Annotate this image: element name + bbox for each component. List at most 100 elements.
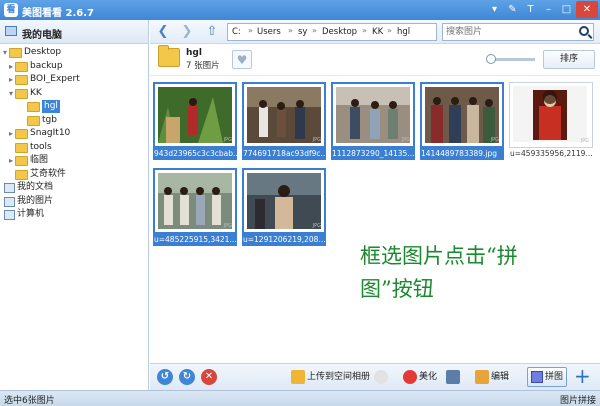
edit-icon	[475, 369, 489, 384]
forward-button[interactable]: ❯	[179, 24, 195, 40]
tshirt-button[interactable]: T	[522, 1, 539, 18]
folder-icon	[15, 88, 28, 99]
path-segment[interactable]: hgl	[397, 27, 410, 37]
collage-label: 拼图	[545, 372, 564, 382]
tree-item-hgl[interactable]: hgl	[0, 100, 148, 114]
thumbnail-caption: u=1291206219,208...	[242, 234, 326, 246]
navigation-toolbar: ❮ ❯ ⇧ C: » Users » sy » Desktop » KK » h…	[150, 20, 600, 44]
thumbnail-frame: JPG	[331, 82, 415, 148]
thumbnail-item[interactable]: JPG u=485225915,3421...	[153, 168, 237, 248]
expand-arrow-icon[interactable]: ▸	[9, 73, 13, 86]
folder-icon	[158, 45, 180, 67]
status-bar: 选中6张图片 图片拼接	[0, 390, 600, 406]
minimize-button[interactable]: –	[540, 1, 557, 18]
thumbnail-grid: JPG 943d23965c3c3cbab... JPG 774691718ac…	[150, 77, 600, 363]
address-bar[interactable]: C: » Users » sy » Desktop » KK » hgl	[227, 23, 437, 41]
tree-item-kk[interactable]: ▾ KK	[0, 87, 148, 101]
path-separator-icon: »	[362, 26, 367, 35]
path-segment[interactable]: Desktop	[322, 27, 357, 37]
tree-item-tgb[interactable]: tgb	[0, 114, 148, 128]
sort-button[interactable]: 排序	[543, 50, 595, 69]
search-box	[442, 23, 594, 41]
rotate-right-button[interactable]: ↻	[179, 369, 195, 385]
folder-icon	[15, 75, 28, 85]
path-separator-icon: »	[248, 26, 253, 35]
title-bar: 看 美图看看 2.6.7 ▾ ✎ T – □ ✕	[0, 0, 600, 20]
tree-item-lintu[interactable]: ▸ 临图	[0, 154, 148, 168]
zoom-slider[interactable]	[486, 54, 535, 64]
thumbnail-item[interactable]: JPG 1414489783389.jpg	[420, 82, 504, 162]
collage-button[interactable]: 拼图	[527, 367, 567, 387]
weibo-share-button[interactable]	[374, 368, 390, 387]
folder-icon	[15, 129, 28, 139]
add-button[interactable]: +	[574, 365, 591, 387]
upload-album-button[interactable]: 上传到空间相册	[291, 368, 370, 387]
thumbnail-item[interactable]: JPG u=459335956,2119...	[509, 82, 593, 162]
thumbnail-item[interactable]: JPG 1112873290_14135...	[331, 82, 415, 162]
thumbnail-item[interactable]: JPG 774691718ac93df9c...	[242, 82, 326, 162]
thumbnail-frame: JPG	[242, 82, 326, 148]
pictures-icon	[4, 196, 15, 207]
jpg-tag: JPG	[223, 137, 232, 143]
slideshow-button[interactable]	[446, 368, 462, 387]
expand-arrow-icon[interactable]: ▸	[9, 154, 13, 167]
menu-dropdown-button[interactable]: ▾	[486, 1, 503, 18]
computer-icon	[4, 210, 15, 220]
thumbnail-item[interactable]: JPG u=1291206219,208...	[242, 168, 326, 248]
folder-icon	[9, 48, 22, 58]
photo-thumbnail	[336, 87, 410, 143]
tree-item-desktop[interactable]: ▾ Desktop	[0, 46, 148, 60]
rotate-left-button[interactable]: ↺	[157, 369, 173, 385]
zoom-slider-knob[interactable]	[486, 54, 496, 64]
path-segment[interactable]: C:	[232, 27, 241, 37]
action-bar: ↺ ↻ ✕ 上传到空间相册 美化 编辑 拼图 +	[150, 363, 600, 390]
tree-item-boi-expert[interactable]: ▸ BOI_Expert	[0, 73, 148, 87]
folder-name: hgl	[186, 48, 202, 58]
my-computer-label: 我的电脑	[22, 30, 62, 41]
tree-item-tools[interactable]: tools	[0, 141, 148, 155]
tree-item-label: BOI_Expert	[30, 74, 80, 84]
search-input[interactable]	[446, 26, 571, 38]
jpg-tag: JPG	[312, 223, 321, 229]
favorite-heart-button[interactable]: ♥	[232, 50, 252, 69]
collage-icon	[531, 371, 543, 383]
expand-arrow-icon[interactable]: ▾	[9, 87, 13, 100]
path-segment[interactable]: sy	[298, 27, 307, 37]
photo-thumbnail	[158, 87, 232, 143]
folder-tree-panel: 我的电脑 ▾ Desktop ▸ backup ▸ BOI_Expert ▾ K…	[0, 20, 149, 390]
folder-icon	[27, 115, 40, 126]
tree-item-my-documents[interactable]: 我的文档	[0, 181, 148, 195]
expand-arrow-icon[interactable]: ▸	[9, 127, 13, 140]
back-button[interactable]: ❮	[155, 24, 171, 40]
delete-button[interactable]: ✕	[201, 369, 217, 385]
tree-item-aiqi[interactable]: 艾奇软件	[0, 168, 148, 182]
beautify-button[interactable]: 美化	[403, 368, 437, 387]
close-button[interactable]: ✕	[576, 1, 598, 18]
thumbnail-caption: u=485225915,3421...	[153, 234, 237, 246]
meitu-icon	[403, 369, 417, 384]
my-computer-header[interactable]: 我的电脑	[0, 20, 148, 44]
thumbnail-caption: 943d23965c3c3cbab...	[153, 148, 237, 160]
search-icon[interactable]	[579, 26, 589, 36]
folder-icon	[27, 102, 40, 112]
computer-icon	[5, 26, 17, 36]
image-count: 7 张图片	[186, 61, 220, 71]
tree-item-computer[interactable]: 计算机	[0, 208, 148, 222]
tree-item-backup[interactable]: ▸ backup	[0, 60, 148, 74]
folder-icon	[15, 169, 28, 180]
folder-tree: ▾ Desktop ▸ backup ▸ BOI_Expert ▾ KK hgl…	[0, 46, 148, 222]
tree-item-my-pictures[interactable]: 我的图片	[0, 195, 148, 209]
tree-item-label: 计算机	[17, 209, 45, 219]
edit-button[interactable]: 编辑	[475, 368, 509, 387]
tree-item-snagit10[interactable]: ▸ SnagIt10	[0, 127, 148, 141]
path-segment[interactable]: Users	[257, 27, 281, 37]
expand-arrow-icon[interactable]: ▾	[3, 46, 7, 59]
maximize-button[interactable]: □	[558, 1, 575, 18]
selection-status: 选中6张图片	[4, 396, 55, 406]
skin-button[interactable]: ✎	[504, 1, 521, 18]
thumbnail-item[interactable]: JPG 943d23965c3c3cbab...	[153, 82, 237, 162]
expand-arrow-icon[interactable]: ▸	[9, 60, 13, 73]
photo-thumbnail	[247, 173, 321, 229]
path-segment[interactable]: KK	[372, 27, 383, 37]
up-folder-button[interactable]: ⇧	[204, 24, 220, 40]
